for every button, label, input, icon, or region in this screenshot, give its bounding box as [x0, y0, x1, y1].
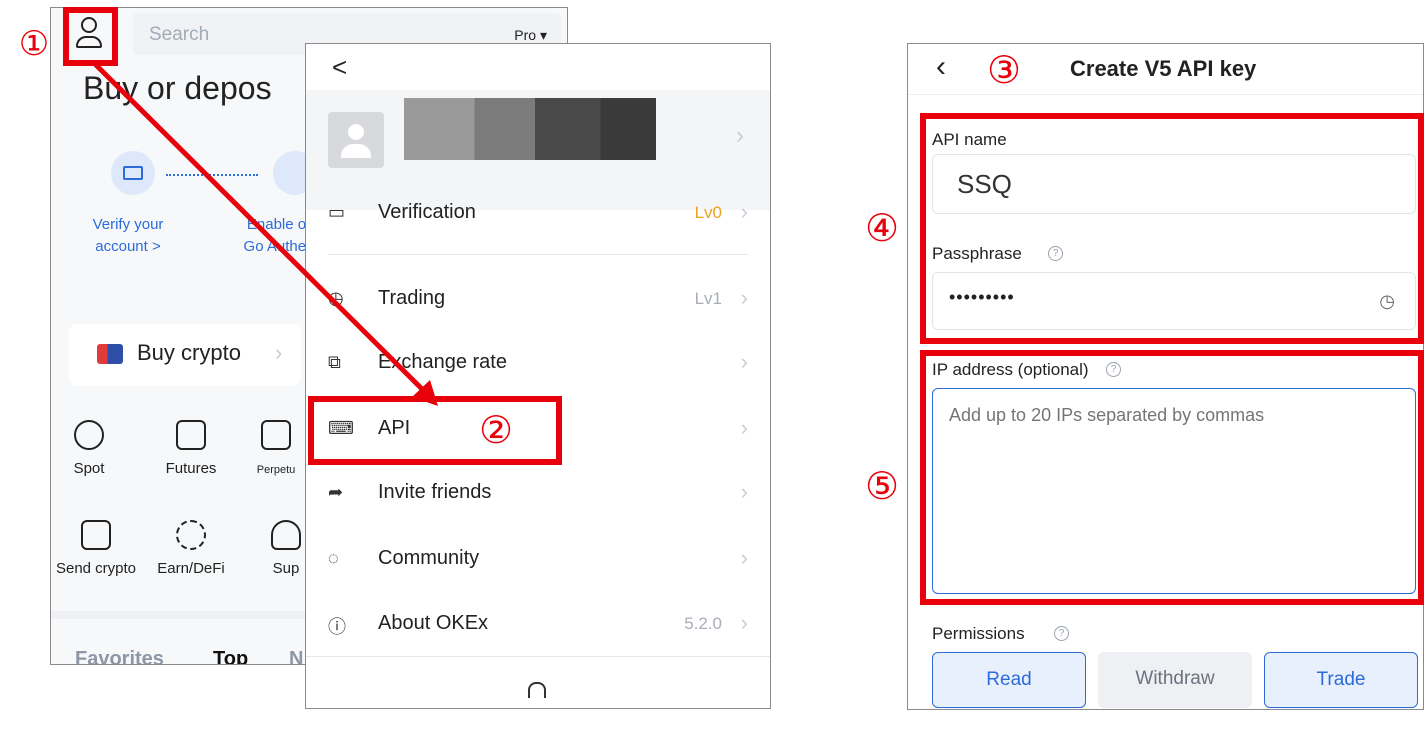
annotation-1: ① — [18, 24, 50, 64]
red-arrow — [93, 62, 438, 406]
annotation-5: ⑤ — [864, 464, 900, 508]
annotation-2: ② — [478, 408, 514, 452]
annotation-4: ④ — [864, 206, 900, 250]
annotation-3: ③ — [986, 48, 1022, 92]
